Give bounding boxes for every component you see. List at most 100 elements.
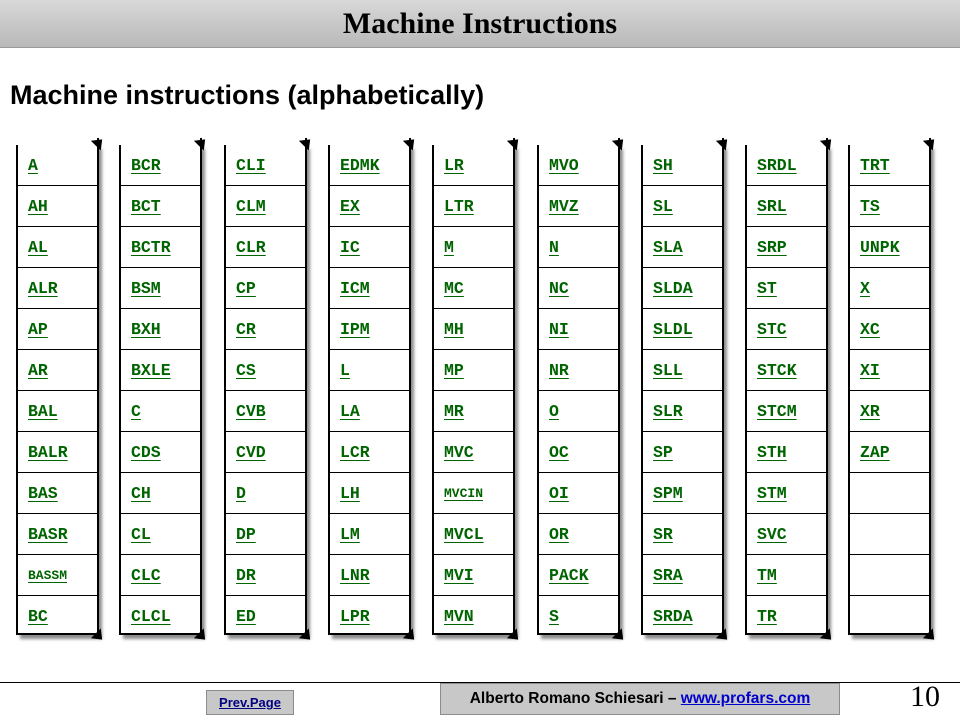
- website-link[interactable]: www.profars.com: [681, 690, 810, 708]
- instruction-link[interactable]: ED: [236, 607, 256, 626]
- instruction-link[interactable]: SL: [653, 197, 673, 216]
- instruction-link[interactable]: OR: [549, 525, 569, 544]
- instruction-link[interactable]: PACK: [549, 566, 589, 585]
- instruction-link[interactable]: TR: [757, 607, 777, 626]
- instruction-link[interactable]: XI: [860, 361, 880, 380]
- instruction-link[interactable]: SLL: [653, 361, 683, 380]
- instruction-link[interactable]: SPM: [653, 484, 683, 503]
- instruction-link[interactable]: NI: [549, 320, 569, 339]
- instruction-link[interactable]: LPR: [340, 607, 370, 626]
- instruction-link[interactable]: MP: [444, 361, 464, 380]
- instruction-link[interactable]: AH: [28, 197, 48, 216]
- instruction-link[interactable]: LNR: [340, 566, 370, 585]
- instruction-link[interactable]: CP: [236, 279, 256, 298]
- instruction-link[interactable]: BALR: [28, 443, 68, 462]
- instruction-link[interactable]: SLDA: [653, 279, 693, 298]
- instruction-link[interactable]: LA: [340, 402, 360, 421]
- instruction-link[interactable]: STCM: [757, 402, 797, 421]
- instruction-link[interactable]: BCTR: [131, 238, 171, 257]
- instruction-link[interactable]: LTR: [444, 197, 474, 216]
- instruction-link[interactable]: STCK: [757, 361, 797, 380]
- instruction-link[interactable]: CVB: [236, 402, 266, 421]
- instruction-link[interactable]: IC: [340, 238, 360, 257]
- instruction-link[interactable]: OI: [549, 484, 569, 503]
- instruction-link[interactable]: ZAP: [860, 443, 890, 462]
- instruction-link[interactable]: DR: [236, 566, 256, 585]
- instruction-link[interactable]: L: [340, 361, 350, 380]
- instruction-link[interactable]: MR: [444, 402, 464, 421]
- instruction-link[interactable]: ST: [757, 279, 777, 298]
- instruction-link[interactable]: SRL: [757, 197, 787, 216]
- instruction-link[interactable]: ICM: [340, 279, 370, 298]
- instruction-link[interactable]: TS: [860, 197, 880, 216]
- instruction-link[interactable]: OC: [549, 443, 569, 462]
- instruction-link[interactable]: N: [549, 238, 559, 257]
- instruction-link[interactable]: BCR: [131, 156, 161, 175]
- instruction-link[interactable]: BASSM: [28, 568, 67, 583]
- instruction-link[interactable]: STC: [757, 320, 787, 339]
- instruction-link[interactable]: CLM: [236, 197, 266, 216]
- instruction-link[interactable]: X: [860, 279, 870, 298]
- instruction-link[interactable]: A: [28, 156, 38, 175]
- prev-page-button[interactable]: Prev.Page: [206, 690, 294, 715]
- instruction-link[interactable]: AR: [28, 361, 48, 380]
- instruction-link[interactable]: LH: [340, 484, 360, 503]
- instruction-link[interactable]: BAS: [28, 484, 58, 503]
- instruction-link[interactable]: LCR: [340, 443, 370, 462]
- instruction-link[interactable]: EDMK: [340, 156, 380, 175]
- instruction-link[interactable]: DP: [236, 525, 256, 544]
- instruction-link[interactable]: O: [549, 402, 559, 421]
- instruction-link[interactable]: BXH: [131, 320, 161, 339]
- instruction-link[interactable]: AP: [28, 320, 48, 339]
- instruction-link[interactable]: MVCIN: [444, 486, 483, 501]
- instruction-link[interactable]: BXLE: [131, 361, 171, 380]
- instruction-link[interactable]: IPM: [340, 320, 370, 339]
- instruction-link[interactable]: AL: [28, 238, 48, 257]
- instruction-link[interactable]: MVI: [444, 566, 474, 585]
- instruction-link[interactable]: CH: [131, 484, 151, 503]
- instruction-link[interactable]: CVD: [236, 443, 266, 462]
- instruction-link[interactable]: CR: [236, 320, 256, 339]
- instruction-link[interactable]: M: [444, 238, 454, 257]
- instruction-link[interactable]: MVCL: [444, 525, 484, 544]
- instruction-link[interactable]: CDS: [131, 443, 161, 462]
- instruction-link[interactable]: CS: [236, 361, 256, 380]
- instruction-link[interactable]: D: [236, 484, 246, 503]
- instruction-link[interactable]: SRP: [757, 238, 787, 257]
- instruction-link[interactable]: BC: [28, 607, 48, 626]
- instruction-link[interactable]: BASR: [28, 525, 68, 544]
- instruction-link[interactable]: MVC: [444, 443, 474, 462]
- instruction-link[interactable]: MVO: [549, 156, 579, 175]
- instruction-link[interactable]: S: [549, 607, 559, 626]
- instruction-link[interactable]: LR: [444, 156, 464, 175]
- instruction-link[interactable]: LM: [340, 525, 360, 544]
- instruction-link[interactable]: CLCL: [131, 607, 171, 626]
- instruction-link[interactable]: SH: [653, 156, 673, 175]
- instruction-link[interactable]: NR: [549, 361, 569, 380]
- instruction-link[interactable]: C: [131, 402, 141, 421]
- instruction-link[interactable]: SRDL: [757, 156, 797, 175]
- instruction-link[interactable]: SP: [653, 443, 673, 462]
- instruction-link[interactable]: MC: [444, 279, 464, 298]
- instruction-link[interactable]: SRA: [653, 566, 683, 585]
- instruction-link[interactable]: TRT: [860, 156, 890, 175]
- instruction-link[interactable]: MH: [444, 320, 464, 339]
- instruction-link[interactable]: SR: [653, 525, 673, 544]
- instruction-link[interactable]: BAL: [28, 402, 58, 421]
- instruction-link[interactable]: SLDL: [653, 320, 693, 339]
- instruction-link[interactable]: MVZ: [549, 197, 579, 216]
- instruction-link[interactable]: XR: [860, 402, 880, 421]
- instruction-link[interactable]: SLR: [653, 402, 683, 421]
- instruction-link[interactable]: STM: [757, 484, 787, 503]
- instruction-link[interactable]: STH: [757, 443, 787, 462]
- instruction-link[interactable]: UNPK: [860, 238, 900, 257]
- instruction-link[interactable]: MVN: [444, 607, 474, 626]
- instruction-link[interactable]: CL: [131, 525, 151, 544]
- instruction-link[interactable]: EX: [340, 197, 360, 216]
- instruction-link[interactable]: NC: [549, 279, 569, 298]
- instruction-link[interactable]: SRDA: [653, 607, 693, 626]
- instruction-link[interactable]: BSM: [131, 279, 161, 298]
- instruction-link[interactable]: TM: [757, 566, 777, 585]
- instruction-link[interactable]: CLC: [131, 566, 161, 585]
- instruction-link[interactable]: CLI: [236, 156, 266, 175]
